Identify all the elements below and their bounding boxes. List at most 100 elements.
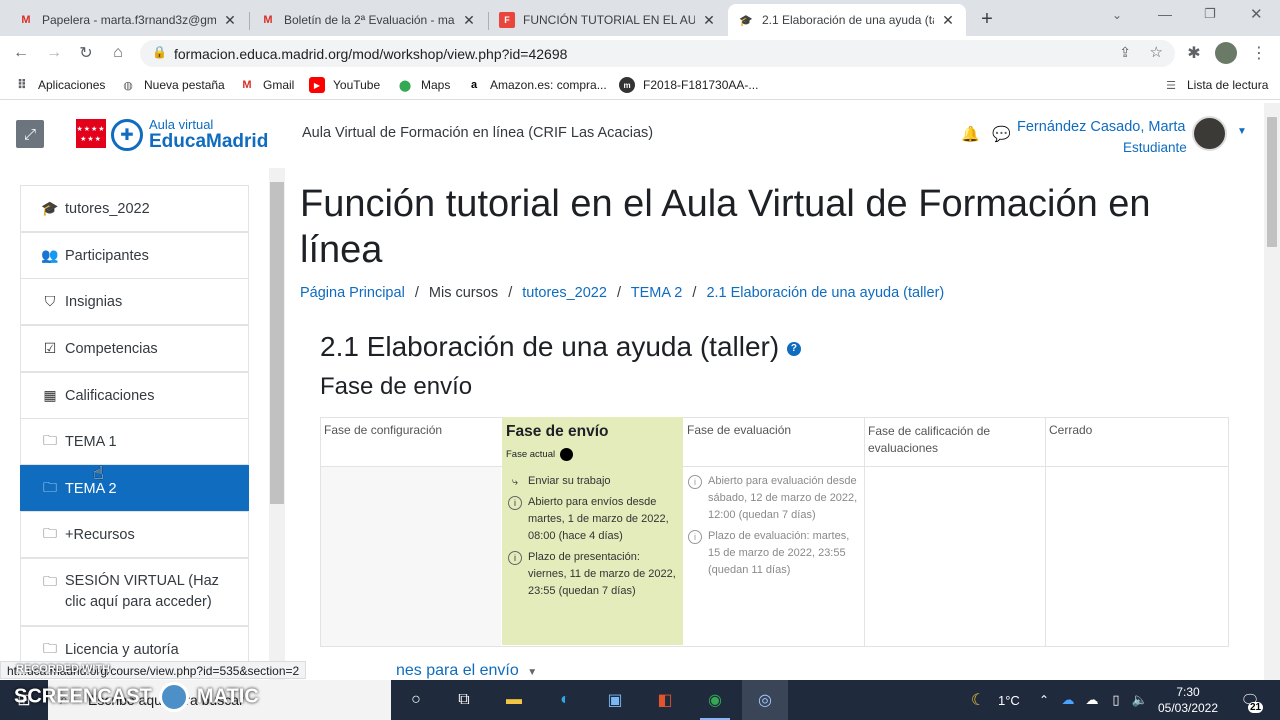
bookmark-maps[interactable]: ⬤ Maps	[397, 77, 451, 93]
sidebar-item-course[interactable]: 🎓 tutores_2022	[20, 185, 249, 232]
file-explorer-icon[interactable]: ▬	[502, 688, 526, 712]
onedrive-icon[interactable]: ☁	[1056, 688, 1080, 712]
tab-search-icon[interactable]: ⌄	[1112, 8, 1122, 22]
gmail-icon: M	[242, 79, 252, 91]
menu-dots-icon[interactable]: ⋮	[1248, 42, 1270, 64]
cortana-icon[interactable]: ○	[404, 688, 428, 712]
share-icon[interactable]: ⇪	[1119, 44, 1131, 61]
address-bar[interactable]: 🔒 formacion.educa.madrid.org/mod/worksho…	[140, 40, 1175, 67]
messages-icon[interactable]: 💬	[992, 125, 1011, 143]
office-icon[interactable]: ◧	[653, 688, 677, 712]
sidebar-item-competencies[interactable]: ☑ Competencias	[20, 325, 249, 372]
task-assess-open: i Abierto para evaluación desde sábado, 1…	[688, 473, 858, 524]
volume-icon[interactable]: 🔈	[1128, 688, 1152, 712]
profile-avatar[interactable]	[1215, 42, 1237, 64]
page-scrollbar[interactable]	[1264, 103, 1280, 680]
bookmark-f2018[interactable]: m F2018-F181730AA-...	[619, 77, 758, 93]
edge-icon[interactable]: ◐	[553, 688, 577, 712]
expand-drawer-icon[interactable]: ⤢	[16, 120, 44, 148]
user-avatar[interactable]	[1192, 116, 1227, 151]
sidebar-item-grades[interactable]: ▦ Calificaciones	[20, 372, 249, 419]
task-view-icon[interactable]: ⧉	[452, 688, 476, 712]
task-submit[interactable]: ⤷ Enviar su trabajo	[508, 473, 680, 490]
educamadrid-logo-icon: ✚	[111, 119, 143, 151]
chrome-icon[interactable]: ◉	[703, 688, 727, 712]
phase-submission-current: Fase de envío Fase actual ⤷ Enviar su tra…	[502, 417, 683, 645]
shield-icon: ⛉	[44, 293, 56, 309]
user-menu-caret-icon[interactable]: ▼	[1237, 126, 1247, 137]
close-tab-icon[interactable]: ✕	[461, 12, 477, 29]
sidebar-scrollbar[interactable]	[269, 168, 285, 680]
site-icon: m	[619, 77, 635, 93]
new-tab-button[interactable]: +	[976, 8, 998, 30]
close-tab-icon[interactable]: ✕	[701, 12, 717, 29]
phase-assessment: Fase de evaluación i Abierto para evaluac…	[684, 417, 864, 645]
sidebar-item-badges[interactable]: ⛉ Insignias	[20, 278, 249, 325]
browser-tab-gmail-bulletin[interactable]: M Boletín de la 2ª Evaluación - mar ✕	[250, 4, 487, 36]
sidebar-item-virtual-session[interactable]: 🗀 SESIÓN VIRTUAL (Haz clic aquí para acce…	[20, 558, 249, 626]
restore-icon[interactable]: ❐	[1204, 6, 1216, 22]
browser-tab-bar: M Papelera - marta.f3rnand3z@gm ✕ M Bole…	[0, 0, 1280, 36]
browser-toolbar: ← → ↻ ⌂ 🔒 formacion.educa.madrid.org/mod…	[0, 36, 1280, 70]
close-tab-icon[interactable]: ✕	[222, 12, 238, 29]
breadcrumb-activity[interactable]: 2.1 Elaboración de una ayuda (taller)	[706, 285, 944, 301]
site-name[interactable]: Aula Virtual de Formación en línea (CRIF…	[302, 125, 653, 141]
browser-tab-gmail-trash[interactable]: M Papelera - marta.f3rnand3z@gm ✕	[8, 4, 248, 36]
sidebar-item-recursos[interactable]: 🗀 +Recursos	[20, 511, 249, 558]
task-deadline-info: i Plazo de presentación: viernes, 11 de m…	[508, 549, 680, 600]
instructions-toggle[interactable]: nes para el envío ▼	[396, 662, 537, 680]
task-arrow-icon: ⤷	[511, 475, 519, 488]
mouse-pointer-icon: ☝	[93, 463, 104, 483]
info-icon: i	[688, 530, 702, 544]
close-tab-icon[interactable]: ✕	[940, 12, 956, 29]
bookmarks-bar: ⠿ Aplicaciones ◍ Nueva pestaña M Gmail ▶…	[0, 70, 1280, 100]
logo-bottom-text: EducaMadrid	[149, 131, 269, 152]
breadcrumb-section[interactable]: TEMA 2	[631, 285, 683, 301]
reload-icon[interactable]: ↻	[75, 42, 97, 64]
browser-tab-workshop[interactable]: 🎓 2.1 Elaboración de una ayuda (ta ✕	[728, 4, 966, 36]
reading-list[interactable]: ☰ Lista de lectura	[1163, 77, 1268, 93]
tray-chevron-icon[interactable]: ⌃	[1032, 688, 1056, 712]
user-role: Estudiante	[1123, 140, 1187, 155]
sidebar-item-participants[interactable]: 👥 Participantes	[20, 232, 249, 279]
browser-tab-slides[interactable]: F FUNCIÓN TUTORIAL EN EL AULA ✕	[489, 4, 727, 36]
folder-icon: 🗀	[43, 478, 57, 495]
folder-icon: 🗀	[43, 573, 57, 589]
bookmark-new-tab[interactable]: ◍ Nueva pestaña	[120, 77, 225, 93]
phase-grading: Fase de calificación de evaluaciones	[868, 424, 991, 455]
close-window-icon[interactable]: ✕	[1250, 5, 1263, 23]
minimize-icon[interactable]: —	[1158, 6, 1172, 22]
clock[interactable]: 7:30 05/03/2022	[1150, 684, 1226, 716]
forward-icon[interactable]: →	[43, 42, 65, 64]
globe-icon: ◍	[123, 79, 133, 92]
folder-icon: 🗀	[43, 639, 57, 656]
screencast-app-button[interactable]: ◎	[742, 680, 788, 720]
current-phase-label: Fase actual	[506, 448, 574, 461]
cloud-icon[interactable]: ☁	[1080, 688, 1104, 712]
bookmark-gmail[interactable]: M Gmail	[239, 77, 294, 93]
activity-title: 2.1 Elaboración de una ayuda (taller) ?	[320, 331, 801, 363]
breadcrumb-course[interactable]: tutores_2022	[522, 285, 607, 301]
sidebar-item-tema2[interactable]: 🗀 TEMA 2	[20, 465, 249, 512]
home-icon[interactable]: ⌂	[107, 42, 129, 64]
back-icon[interactable]: ←	[10, 42, 32, 64]
sidebar-item-tema1[interactable]: 🗀 TEMA 1	[20, 418, 249, 465]
bookmark-youtube[interactable]: ▶ YouTube	[309, 77, 380, 93]
bookmark-apps[interactable]: ⠿ Aplicaciones	[14, 77, 105, 93]
notification-bell-icon[interactable]: 🔔	[961, 125, 980, 143]
store-icon[interactable]: ▣	[603, 688, 627, 712]
help-icon[interactable]: ?	[786, 341, 801, 356]
assessment-tasks: i Abierto para evaluación desde sábado, 1…	[688, 473, 858, 583]
user-name[interactable]: Fernández Casado, Marta	[1017, 119, 1185, 135]
battery-icon[interactable]: ▯	[1104, 688, 1128, 712]
breadcrumb: Página Principal / Mis cursos / tutores_…	[300, 285, 945, 301]
current-phase-dot-icon	[560, 448, 574, 461]
breadcrumb-home[interactable]: Página Principal	[300, 285, 405, 301]
bookmark-amazon[interactable]: a Amazon.es: compra...	[466, 77, 607, 93]
extensions-icon[interactable]: ✱	[1183, 42, 1205, 64]
caret-down-icon: ▼	[527, 667, 538, 678]
info-icon: i	[508, 496, 522, 510]
bookmark-star-icon[interactable]: ☆	[1150, 43, 1163, 61]
submission-tasks: ⤷ Enviar su trabajo i Abierto para envíos …	[508, 473, 680, 604]
amazon-icon: a	[470, 79, 478, 91]
